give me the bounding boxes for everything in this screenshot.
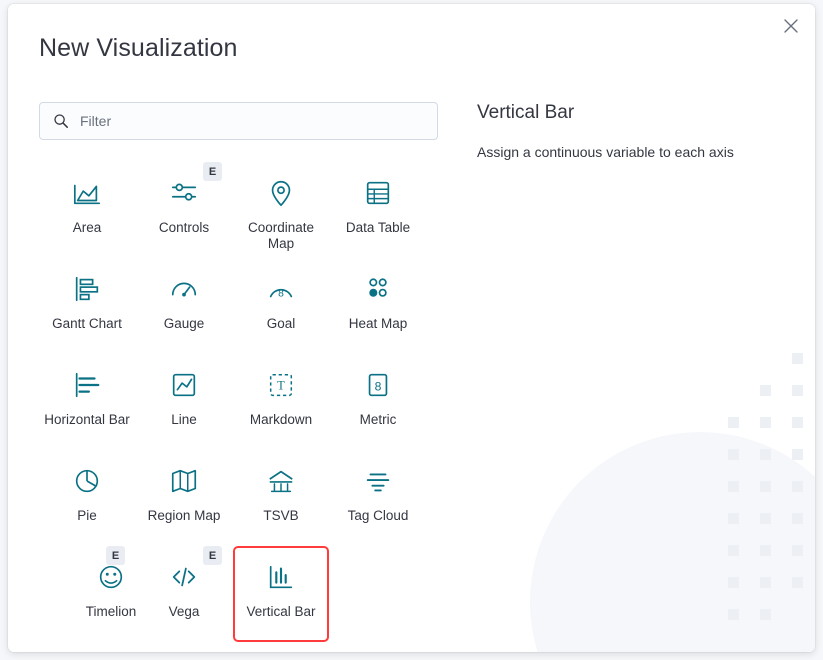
viz-type-label: Timelion: [85, 604, 137, 619]
timelion-icon: [96, 560, 126, 594]
viz-type-label: Data Table: [345, 220, 411, 235]
experimental-badge: E: [203, 162, 222, 181]
search-icon: [54, 114, 68, 128]
table-icon: [363, 176, 393, 210]
viz-type-vega[interactable]: E Vega: [136, 546, 232, 642]
viz-type-label: Horizontal Bar: [44, 412, 130, 427]
gantt-chart-icon: [72, 272, 102, 306]
controls-icon: [169, 176, 199, 210]
map-marker-icon: [266, 176, 296, 210]
viz-type-markdown[interactable]: T Markdown: [233, 354, 329, 450]
close-icon: [784, 19, 798, 33]
viz-type-controls[interactable]: E Controls: [136, 162, 232, 258]
viz-type-region-map[interactable]: Region Map: [136, 450, 232, 546]
viz-type-tsvb[interactable]: TSVB: [233, 450, 329, 546]
pie-chart-icon: [72, 464, 102, 498]
viz-type-goal[interactable]: 8 Goal: [233, 258, 329, 354]
metric-icon: 8: [363, 368, 393, 402]
viz-type-line[interactable]: Line: [136, 354, 232, 450]
viz-type-gauge[interactable]: Gauge: [136, 258, 232, 354]
line-chart-icon: [169, 368, 199, 402]
viz-type-label: Vertical Bar: [246, 604, 316, 619]
horizontal-bar-icon: [72, 368, 102, 402]
viz-type-coordinate-map[interactable]: Coordinate Map: [233, 162, 329, 258]
search-input[interactable]: [39, 102, 438, 140]
viz-type-label: Line: [171, 412, 197, 427]
viz-type-label: Metric: [359, 412, 397, 427]
viz-type-label: Pie: [77, 508, 97, 523]
viz-type-label: Markdown: [249, 412, 313, 427]
viz-type-label: Coordinate Map: [247, 220, 315, 251]
experimental-badge: E: [203, 546, 222, 565]
viz-type-label: Gauge: [163, 316, 205, 331]
viz-type-heat-map[interactable]: Heat Map: [330, 258, 426, 354]
viz-type-label: Controls: [158, 220, 210, 235]
viz-type-tag-cloud[interactable]: Tag Cloud: [330, 450, 426, 546]
tag-cloud-icon: [363, 464, 393, 498]
viz-type-gantt-chart[interactable]: Gantt Chart: [39, 258, 135, 354]
area-chart-icon: [72, 176, 102, 210]
viz-type-label: Region Map: [147, 508, 221, 523]
experimental-badge: E: [106, 546, 125, 565]
viz-type-metric[interactable]: 8 Metric: [330, 354, 426, 450]
filter-search: [39, 102, 438, 140]
visualization-type-grid: Area E Controls Coordinate Map Data Tabl…: [39, 162, 439, 642]
region-map-icon: [169, 464, 199, 498]
svg-text:8: 8: [278, 289, 284, 300]
close-button[interactable]: [777, 12, 805, 40]
visualization-detail-panel: Vertical Bar Assign a continuous variabl…: [477, 102, 787, 163]
viz-type-horizontal-bar[interactable]: Horizontal Bar: [39, 354, 135, 450]
viz-type-label: Tag Cloud: [347, 508, 409, 523]
svg-text:T: T: [277, 379, 285, 393]
viz-type-label: Area: [72, 220, 102, 235]
background-decoration: [515, 352, 815, 652]
new-visualization-dialog: New Visualization Area E Controls: [8, 4, 815, 652]
viz-type-label: Heat Map: [348, 316, 408, 331]
viz-type-label: Gantt Chart: [52, 316, 122, 331]
heat-map-icon: [363, 272, 393, 306]
viz-type-vertical-bar[interactable]: Vertical Bar: [233, 546, 329, 642]
viz-type-label: Vega: [168, 604, 200, 619]
viz-type-label: TSVB: [263, 508, 299, 523]
markdown-icon: T: [266, 368, 296, 402]
vertical-bar-icon: [266, 560, 296, 594]
gauge-icon: [169, 272, 199, 306]
viz-type-area[interactable]: Area: [39, 162, 135, 258]
decor-circle: [530, 432, 815, 652]
page-title: New Visualization: [39, 34, 238, 62]
detail-description: Assign a continuous variable to each axi…: [477, 144, 734, 160]
vega-code-icon: [169, 560, 199, 594]
svg-text:8: 8: [375, 380, 382, 394]
viz-type-pie[interactable]: Pie: [39, 450, 135, 546]
goal-icon: 8: [266, 272, 296, 306]
tsvb-icon: [266, 464, 296, 498]
detail-title: Vertical Bar: [477, 102, 575, 123]
viz-type-label: Goal: [266, 316, 296, 331]
viz-type-timelion[interactable]: E Timelion: [85, 546, 137, 642]
viz-type-data-table[interactable]: Data Table: [330, 162, 426, 258]
